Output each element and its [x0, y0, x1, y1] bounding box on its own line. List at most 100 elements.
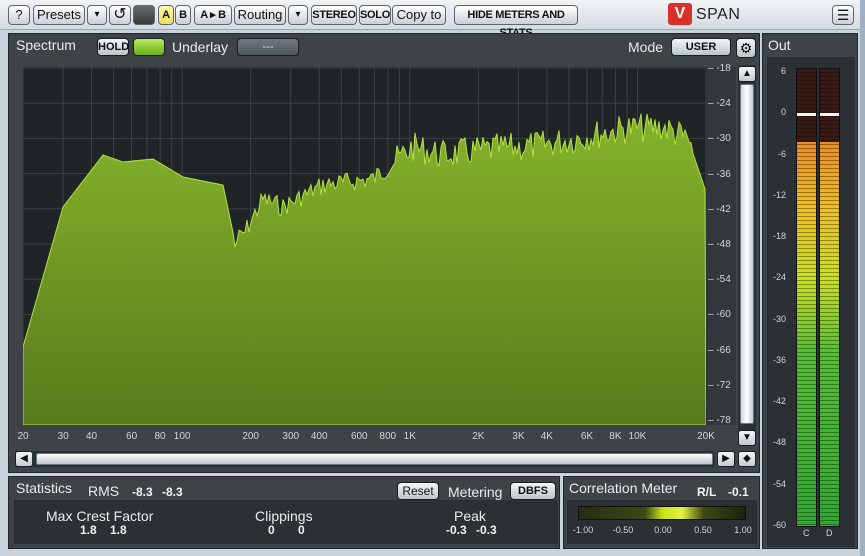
freq-tick-label: 6K	[580, 431, 594, 442]
freq-tick-label: 2K	[472, 431, 485, 442]
channel-c-label: C	[803, 528, 810, 538]
output-meter-c	[796, 68, 817, 527]
spectrum-plot[interactable]	[23, 67, 706, 425]
crest-left-value: 1.8	[80, 523, 97, 537]
freq-tick-label: 20	[17, 431, 29, 442]
output-tick-label: -36	[772, 354, 786, 365]
db-tick-label: – -48	[708, 239, 731, 250]
db-tick-label: – -72	[708, 379, 731, 391]
freq-tick-label: 60	[126, 431, 138, 442]
db-tick-label: – -66	[708, 344, 731, 356]
window-frame	[860, 0, 865, 556]
db-tick-label: – -78	[708, 415, 731, 426]
presets-dropdown-button[interactable]: ▾	[87, 5, 107, 25]
vertical-scroll-thumb[interactable]	[740, 84, 754, 424]
metering-label: Metering	[448, 484, 503, 500]
freq-tick-label: 400	[310, 431, 328, 442]
correlation-title: Correlation Meter	[569, 480, 678, 496]
meter-segments	[797, 69, 816, 526]
output-tick-label: -60	[772, 520, 786, 530]
freq-tick-label: 4K	[540, 431, 553, 442]
correlation-tick-label: 0.50	[694, 525, 712, 535]
menu-icon[interactable]: ☰	[832, 5, 854, 25]
freq-tick-label: 1K	[403, 431, 416, 442]
db-tick-label: – -18	[708, 63, 731, 74]
correlation-tick-label: 0.00	[654, 525, 672, 535]
hold-indicator[interactable]	[133, 38, 165, 56]
presets-button[interactable]: Presets	[33, 5, 85, 25]
hold-button[interactable]: HOLD	[97, 38, 129, 56]
undo-icon[interactable]: ↺	[109, 5, 131, 25]
correlation-meter-bar	[578, 506, 746, 520]
meter-segments	[820, 69, 839, 526]
freq-tick-label: 80	[154, 431, 166, 442]
brand-name: SPAN	[696, 6, 741, 23]
db-tick-label: – -60	[708, 309, 731, 321]
preset-a-button[interactable]: A	[158, 5, 174, 25]
scroll-right-button[interactable]: ▶	[717, 451, 735, 467]
stereo-button[interactable]: STEREO	[311, 5, 357, 25]
db-tick-label: – -24	[708, 98, 731, 110]
scroll-left-button[interactable]: ◀	[15, 451, 33, 467]
scroll-down-button[interactable]: ▼	[738, 430, 756, 446]
freq-tick-label: 100	[173, 431, 191, 442]
out-title: Out	[768, 37, 791, 53]
logo-icon: V	[668, 3, 692, 25]
metering-select[interactable]: DBFS	[510, 482, 556, 500]
db-tick-label: – -54	[708, 274, 731, 286]
freq-tick-label: 30	[57, 431, 69, 442]
mode-label: Mode	[628, 39, 664, 55]
underlay-select[interactable]: ---	[237, 38, 299, 56]
output-tick-label: 6	[780, 66, 786, 76]
output-tick-label: -42	[772, 396, 786, 407]
peak-right-value: -0.3	[476, 523, 497, 537]
frequency-axis: 20 30 40 60 80 100 200 300 400 600 800 1K 2K 3K 4K 6K 8K…	[16, 431, 716, 447]
clippings-label: Clippings	[255, 508, 313, 524]
db-scale: – -18 – -24 – -30 – -36 – -42 – -48 – -54 – -60…	[706, 63, 736, 426]
clippings-right-value: 0	[298, 523, 305, 537]
horizontal-scroll-thumb[interactable]	[36, 453, 713, 465]
underlay-label: Underlay	[172, 39, 229, 55]
peak-label: Peak	[454, 508, 486, 524]
output-tick-label: -24	[772, 272, 786, 283]
output-tick-label: -30	[772, 313, 786, 324]
preset-b-button[interactable]: B	[175, 5, 191, 25]
scroll-up-button[interactable]: ▲	[738, 66, 756, 82]
freq-tick-label: 800	[379, 431, 397, 442]
freq-tick-label: 10K	[628, 431, 647, 442]
routing-dropdown-button[interactable]: ▾	[288, 5, 308, 25]
mode-select[interactable]: USER	[671, 38, 731, 56]
freq-tick-label: 600	[350, 431, 368, 442]
toolbar: ? Presets ▾ ↺ A B A ▸ B Routing ▾ STEREO…	[0, 0, 865, 39]
freq-tick-label: 40	[85, 431, 98, 442]
rl-value: -0.1	[728, 485, 749, 499]
power-toggle[interactable]	[133, 5, 155, 25]
copy-a-to-b-button[interactable]: A ▸ B	[194, 5, 232, 25]
freq-tick-label: 200	[242, 431, 259, 442]
crest-factor-label: Max Crest Factor	[46, 508, 154, 524]
spectrum-curve	[23, 113, 706, 425]
rl-label: R/L	[697, 485, 717, 499]
freq-tick-label: 8K	[609, 431, 622, 442]
spectrum-title: Spectrum	[16, 37, 76, 53]
output-tick-label: -6	[777, 148, 786, 159]
solo-button[interactable]: SOLO	[359, 5, 391, 25]
db-tick-label: – -30	[708, 133, 731, 145]
freq-tick-label: 3K	[512, 431, 525, 442]
output-tick-label: -54	[772, 478, 786, 489]
reset-zoom-button[interactable]: ◆	[738, 451, 756, 467]
copy-to-button[interactable]: Copy to	[392, 5, 446, 25]
help-button[interactable]: ?	[8, 5, 30, 25]
output-tick-label: 0	[780, 107, 786, 118]
reset-button[interactable]: Reset	[397, 482, 439, 500]
rms-left-value: -8.3	[132, 485, 153, 499]
channel-d-label: D	[826, 528, 833, 538]
gear-icon[interactable]: ⚙	[736, 38, 756, 58]
routing-button[interactable]: Routing	[234, 5, 286, 25]
statistics-title: Statistics	[16, 480, 73, 496]
freq-tick-label: 300	[282, 431, 300, 442]
correlation-tick-label: -1.00	[572, 525, 594, 535]
hide-meters-button[interactable]: HIDE METERS AND STATS	[454, 5, 578, 39]
db-tick-label: – -42	[708, 203, 731, 215]
output-meter-d	[819, 68, 840, 527]
